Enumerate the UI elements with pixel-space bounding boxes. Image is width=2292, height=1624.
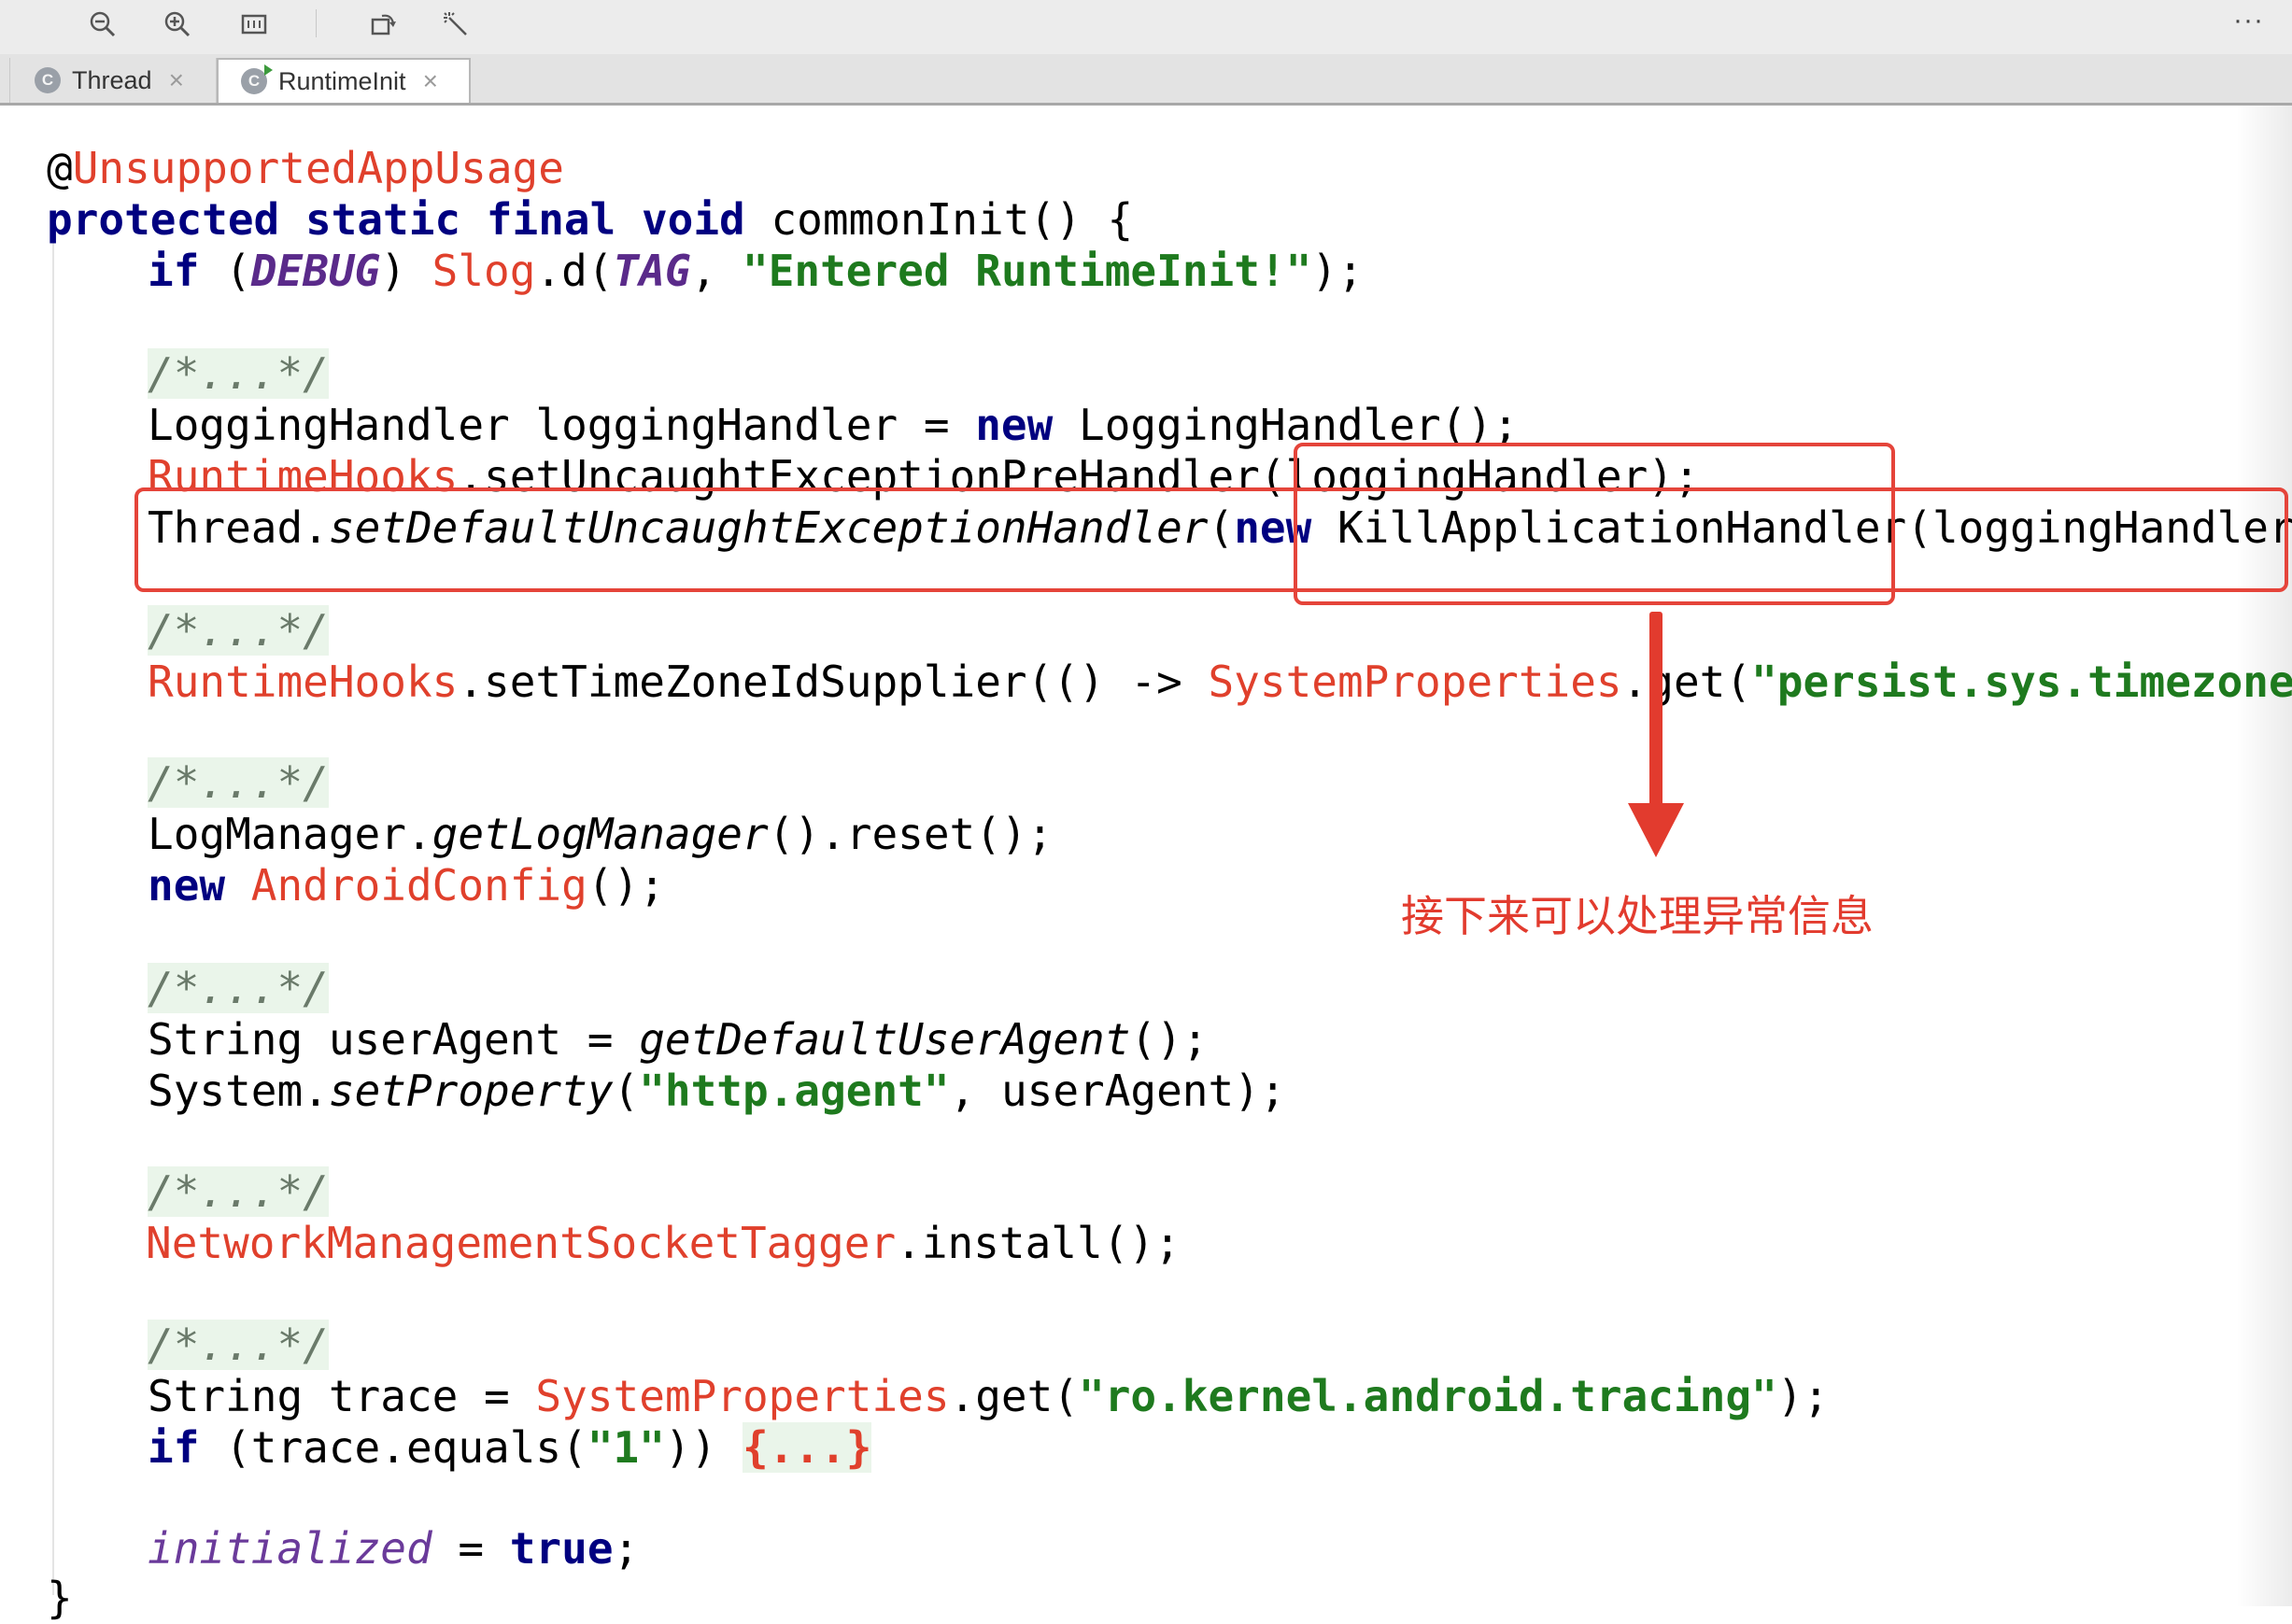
code-line-trace-check: if (trace.equals("1")) {...} (148, 1422, 872, 1473)
annotation-note: 接下来可以处理异常信息 (1401, 891, 1874, 941)
tab-thread[interactable]: C Thread × (9, 58, 217, 103)
code-line-debug-log: if (DEBUG) Slog.d(TAG, "Entered RuntimeI… (148, 246, 1364, 296)
code-line-initialized: initialized = true; (148, 1523, 640, 1574)
folded-comment[interactable]: /*...*/ (148, 962, 329, 1014)
folded-block[interactable]: {...} (743, 1422, 872, 1473)
fit-width-icon[interactable] (237, 7, 271, 41)
folded-comment[interactable]: /*...*/ (148, 756, 329, 809)
runnable-class-icon: C (241, 64, 273, 94)
tab-bar: C Thread × C RuntimeInit × (0, 54, 2292, 106)
indent-guide (52, 222, 54, 1595)
zoom-in-icon[interactable] (161, 7, 194, 41)
tab-runtimeinit[interactable]: C RuntimeInit × (217, 58, 471, 103)
folded-comment[interactable]: /*...*/ (148, 1165, 329, 1218)
code-line-user-agent: String userAgent = getDefaultUserAgent()… (148, 1014, 1209, 1065)
close-icon[interactable]: × (423, 68, 438, 94)
code-line-signature: protected static final void commonInit()… (47, 194, 1134, 245)
code-line-set-property: System.setProperty("http.agent", userAge… (148, 1066, 1286, 1116)
code-line-trace: String trace = SystemProperties.get("ro.… (148, 1371, 1830, 1421)
highlight-box-statement (134, 487, 2288, 592)
code-line-timezone: RuntimeHooks.setTimeZoneIdSupplier(() ->… (148, 657, 2292, 707)
code-line-annotation: @UnsupportedAppUsage (47, 143, 564, 193)
folded-comment[interactable]: /*...*/ (148, 347, 329, 400)
zoom-out-icon[interactable] (86, 7, 120, 41)
folded-comment[interactable]: /*...*/ (148, 604, 329, 657)
tab-label: Thread (72, 65, 152, 94)
class-icon: C (35, 67, 61, 93)
toolbar-separator (316, 9, 317, 37)
tab-label: RuntimeInit (278, 66, 406, 95)
folded-comment[interactable]: /*...*/ (148, 1319, 329, 1371)
more-options-button[interactable]: ··· (2233, 4, 2264, 37)
markup-icon[interactable] (439, 7, 473, 41)
code-line-closing-brace: } (47, 1573, 73, 1623)
rotate-icon[interactable] (366, 7, 400, 41)
toolbar: ··· (0, 0, 2292, 54)
code-line-socket-tagger: NetworkManagementSocketTagger.install(); (146, 1218, 1181, 1268)
arrow-down-icon (1649, 612, 1662, 812)
editor-edge-shadow (2236, 106, 2292, 1606)
arrow-head-icon (1628, 803, 1684, 857)
code-line-android-config: new AndroidConfig(); (148, 860, 665, 911)
highlight-box-kill-handler (1294, 443, 1895, 605)
close-icon[interactable]: × (169, 67, 184, 93)
code-line-log-manager: LogManager.getLogManager().reset(); (148, 809, 1054, 859)
